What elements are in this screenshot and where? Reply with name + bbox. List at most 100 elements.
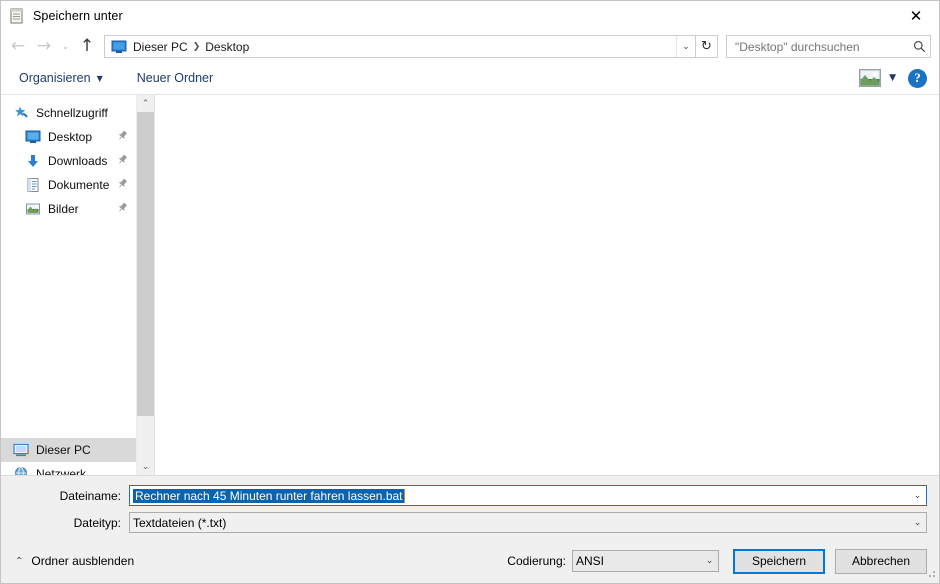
save-as-dialog: Speichern unter ✕ ← → ⌄ ↑ Dieser PC ❯ De… (0, 0, 940, 584)
filename-row: Dateiname: Rechner nach 45 Minuten runte… (13, 485, 927, 506)
sidebar-item-downloads[interactable]: Downloads (1, 149, 136, 173)
star-pin-icon (13, 105, 29, 121)
search-input[interactable] (727, 39, 908, 54)
sidebar-item-netzwerk[interactable]: Netzwerk (1, 462, 136, 475)
navigation-tree-bottom: Dieser PC Netzwerk (1, 438, 136, 475)
pin-icon[interactable] (117, 154, 132, 168)
sidebar-item-schnellzugriff[interactable]: Schnellzugriff (1, 101, 136, 125)
chevron-down-icon: ⌄ (141, 461, 150, 472)
network-icon (13, 466, 29, 475)
notepad-icon (9, 8, 25, 24)
address-bar[interactable]: Dieser PC ❯ Desktop ⌄ (104, 35, 696, 58)
filename-value: Rechner nach 45 Minuten runter fahren la… (133, 488, 405, 503)
sidebar-item-label: Dieser PC (36, 443, 91, 457)
arrow-up-icon: ↑ (79, 36, 95, 56)
forward-button[interactable]: → (31, 34, 57, 60)
encoding-label: Codierung: (507, 554, 566, 568)
refresh-icon: ↻ (701, 39, 712, 54)
organize-label: Organisieren (19, 71, 91, 85)
downloads-arrow-icon (25, 153, 41, 169)
chevron-down-icon: ▼ (96, 73, 103, 83)
filename-combobox[interactable]: Rechner nach 45 Minuten runter fahren la… (129, 485, 927, 506)
save-button[interactable]: Speichern (733, 548, 825, 574)
organize-button[interactable]: Organisieren ▼ (11, 66, 111, 90)
sidebar-item-label: Desktop (48, 130, 93, 144)
navigation-tree: Schnellzugriff Desktop Downloads Dokumen… (1, 95, 136, 221)
scroll-down-button[interactable]: ⌄ (137, 458, 154, 475)
chevron-down-icon: ⌄ (61, 41, 70, 51)
filetype-dropdown-button[interactable]: ⌄ (909, 513, 926, 532)
pin-icon[interactable] (117, 130, 132, 144)
chevron-up-icon: ⌃ (141, 98, 150, 109)
refresh-button[interactable]: ↻ (696, 35, 718, 58)
navigation-pane-scrollbar[interactable]: ⌃ ⌄ (136, 95, 154, 475)
new-folder-label: Neuer Ordner (136, 71, 214, 85)
breadcrumb: Dieser PC ❯ Desktop (105, 38, 676, 56)
cancel-button[interactable]: Abbrechen (835, 548, 927, 574)
navigation-bar: ← → ⌄ ↑ Dieser PC ❯ Desktop ⌄ ↻ "Desktop… (1, 31, 939, 62)
sidebar-item-desktop[interactable]: Desktop (1, 125, 136, 149)
filename-label: Dateiname: (59, 488, 121, 503)
hide-folders-label: Ordner ausblenden (31, 554, 135, 568)
content-area: Schnellzugriff Desktop Downloads Dokumen… (1, 94, 939, 475)
breadcrumb-item-0[interactable]: Dieser PC (129, 38, 192, 56)
cancel-label: Abbrechen (851, 554, 911, 568)
filetype-label: Dateityp: (73, 515, 121, 530)
encoding-value: ANSI (576, 554, 605, 568)
sidebar-item-label: Schnellzugriff (36, 106, 108, 120)
sidebar-item-bilder[interactable]: Bilder (1, 197, 136, 221)
sidebar-item-dieser-pc[interactable]: Dieser PC (1, 438, 136, 462)
window-title: Speichern unter (33, 9, 123, 23)
this-pc-icon (13, 442, 29, 458)
hide-folders-button[interactable]: ⌃ Ordner ausblenden (11, 550, 138, 572)
back-button[interactable]: ← (5, 34, 31, 60)
desktop-monitor-icon (111, 40, 127, 54)
filename-input[interactable]: Rechner nach 45 Minuten runter fahren la… (130, 488, 909, 503)
sidebar-item-label: Downloads (48, 154, 108, 168)
title-bar: Speichern unter ✕ (1, 1, 939, 31)
footer-actions: Codierung: ANSI ⌄ Speichern Abbrechen (507, 548, 927, 574)
pin-icon[interactable] (117, 202, 132, 216)
navigation-pane: Schnellzugriff Desktop Downloads Dokumen… (1, 95, 136, 475)
chevron-down-icon: ⌄ (682, 41, 690, 51)
pictures-icon (25, 201, 41, 217)
new-folder-button[interactable]: Neuer Ordner (129, 66, 221, 90)
sidebar-item-label: Dokumente (48, 178, 110, 192)
scrollbar-thumb[interactable] (137, 112, 154, 417)
address-dropdown-button[interactable]: ⌄ (676, 36, 695, 57)
view-dropdown-button[interactable]: ▼ (889, 73, 896, 83)
arrow-left-icon: ← (10, 36, 26, 56)
scrollbar-track[interactable] (137, 112, 154, 458)
up-button[interactable]: ↑ (74, 34, 100, 60)
arrow-right-icon: → (36, 36, 52, 56)
sidebar-item-label: Bilder (48, 202, 79, 216)
sidebar-item-dokumente[interactable]: Dokumente (1, 173, 136, 197)
encoding-combobox[interactable]: ANSI ⌄ (572, 550, 719, 572)
picture-view-icon[interactable] (859, 69, 882, 87)
dialog-footer: ⌃ Ordner ausblenden Codierung: ANSI ⌄ Sp… (1, 539, 939, 583)
search-box[interactable] (726, 35, 931, 58)
filetype-combobox[interactable]: Textdateien (*.txt) ⌄ (129, 512, 927, 533)
breadcrumb-item-1[interactable]: Desktop (201, 38, 253, 56)
command-toolbar: Organisieren ▼ Neuer Ordner ▼ ? (1, 62, 939, 94)
resize-grip[interactable] (925, 569, 936, 580)
desktop-monitor-icon (25, 129, 41, 145)
documents-icon (25, 177, 41, 193)
filename-dropdown-button[interactable]: ⌄ (909, 486, 926, 505)
close-icon: ✕ (909, 6, 923, 25)
file-form-area: Dateiname: Rechner nach 45 Minuten runte… (1, 475, 939, 539)
chevron-up-icon: ⌃ (15, 555, 24, 567)
search-icon[interactable] (908, 40, 930, 53)
pin-icon[interactable] (117, 178, 132, 192)
close-button[interactable]: ✕ (893, 1, 939, 31)
file-list-view[interactable] (154, 95, 939, 475)
recent-locations-button[interactable]: ⌄ (57, 34, 74, 60)
toolbar-right-group: ▼ ? (859, 68, 931, 88)
save-label: Speichern (751, 554, 807, 568)
breadcrumb-separator-icon: ❯ (192, 41, 201, 52)
encoding-dropdown-button[interactable]: ⌄ (701, 552, 718, 571)
filetype-row: Dateityp: Textdateien (*.txt) ⌄ (13, 512, 927, 533)
scroll-up-button[interactable]: ⌃ (137, 95, 154, 112)
sidebar-item-label: Netzwerk (36, 467, 87, 475)
help-circle-icon[interactable]: ? (908, 68, 927, 88)
